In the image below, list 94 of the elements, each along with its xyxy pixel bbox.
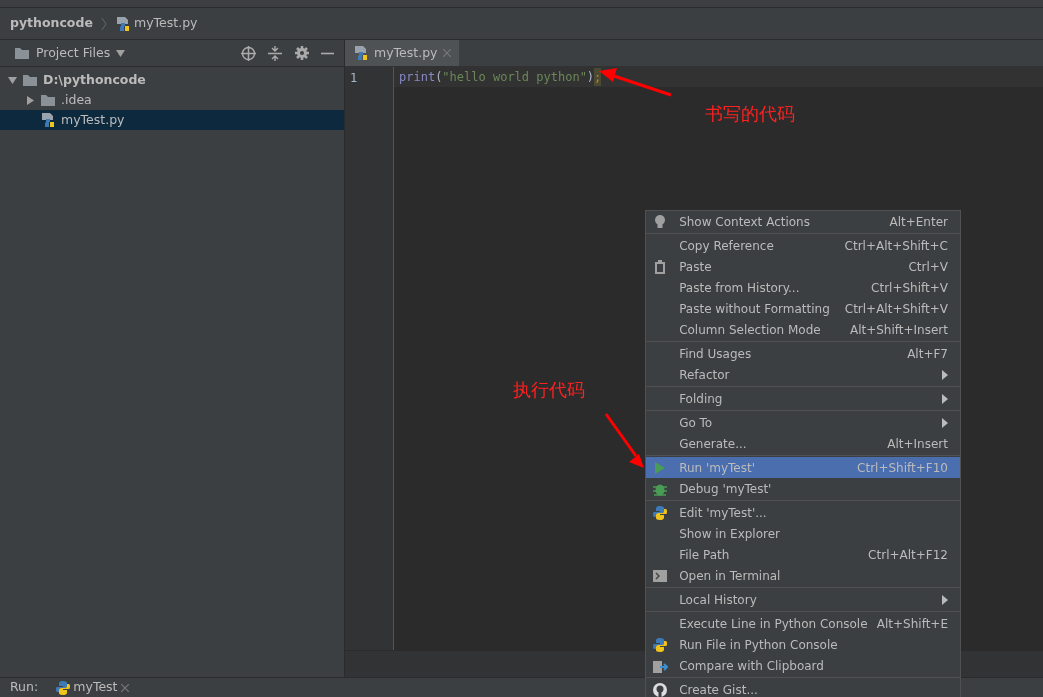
terminal-icon bbox=[653, 569, 667, 582]
line-number: 1 bbox=[350, 70, 359, 87]
breadcrumb-item[interactable]: pythoncode bbox=[10, 14, 93, 33]
folder-icon bbox=[14, 46, 30, 60]
menu-item-label: Open in Terminal bbox=[678, 567, 782, 585]
menu-item[interactable]: Run File in Python Console bbox=[646, 634, 960, 655]
menu-item-label: Paste without Formatting bbox=[678, 300, 831, 318]
menu-shortcut: Ctrl+Alt+F12 bbox=[868, 546, 948, 564]
python-icon bbox=[653, 505, 667, 520]
menu-item[interactable]: Generate... Alt+Insert bbox=[646, 433, 960, 454]
menu-item[interactable]: Execute Line in Python Console Alt+Shift+E bbox=[646, 613, 960, 634]
submenu-arrow-icon bbox=[942, 369, 948, 380]
menu-item-label: Column Selection Mode bbox=[678, 321, 822, 339]
menu-item[interactable]: Column Selection Mode Alt+Shift+Insert bbox=[646, 319, 960, 340]
menu-shortcut: Ctrl+Shift+F10 bbox=[857, 459, 948, 477]
tree-row[interactable]: myTest.py bbox=[0, 110, 344, 131]
menu-item-label: Copy Reference bbox=[678, 237, 775, 255]
menu-item[interactable]: Paste from History... Ctrl+Shift+V bbox=[646, 277, 960, 298]
menu-item[interactable]: Find Usages Alt+F7 bbox=[646, 343, 960, 364]
python-file-icon bbox=[114, 15, 131, 32]
annotation-arrow bbox=[604, 412, 646, 470]
menu-item-label: Run 'myTest' bbox=[678, 459, 756, 477]
menu-shortcut: Ctrl+Alt+Shift+V bbox=[844, 300, 948, 318]
menu-item-label: Show Context Actions bbox=[678, 213, 811, 231]
tree-row[interactable]: D:\pythoncode bbox=[0, 70, 344, 91]
breadcrumb-item[interactable]: myTest.py bbox=[134, 14, 198, 33]
menu-item-label: Refactor bbox=[678, 366, 731, 384]
menu-item-label: Find Usages bbox=[678, 345, 753, 363]
menu-shortcut: Alt+F7 bbox=[907, 345, 948, 363]
run-label: Run: bbox=[10, 678, 39, 697]
folder-icon bbox=[22, 73, 38, 88]
menu-item-label: File Path bbox=[678, 546, 731, 564]
menu-item[interactable]: Create Gist... bbox=[646, 679, 960, 697]
expand-arrow-icon[interactable] bbox=[26, 95, 35, 105]
close-icon[interactable] bbox=[120, 683, 129, 692]
tree-label: .idea bbox=[61, 90, 92, 109]
panel-title[interactable]: Project Files bbox=[36, 43, 111, 63]
play-icon bbox=[654, 460, 666, 475]
menu-shortcut: Ctrl+Alt+Shift+C bbox=[844, 237, 948, 255]
menu-item[interactable]: Copy Reference Ctrl+Alt+Shift+C bbox=[646, 235, 960, 256]
menu-item[interactable]: Go To bbox=[646, 412, 960, 433]
clipboard-icon bbox=[654, 259, 666, 274]
tree-label: D:\pythoncode bbox=[43, 70, 146, 89]
lightbulb-icon bbox=[654, 213, 666, 230]
menu-item-label: Paste bbox=[678, 258, 713, 276]
menu-item-label: Run File in Python Console bbox=[678, 636, 839, 654]
menu-shortcut: Ctrl+Shift+V bbox=[871, 279, 948, 297]
menu-item-label: Go To bbox=[678, 414, 714, 432]
collapse-arrow-icon[interactable] bbox=[8, 75, 17, 85]
menu-shortcut: Alt+Enter bbox=[889, 213, 948, 231]
python-file-icon bbox=[40, 112, 56, 129]
menu-shortcut: Ctrl+V bbox=[908, 258, 948, 276]
submenu-arrow-icon bbox=[942, 417, 948, 428]
collapse-icon[interactable] bbox=[268, 45, 282, 61]
editor-tab[interactable]: myTest.py bbox=[345, 40, 459, 66]
python-icon bbox=[653, 637, 667, 652]
menu-item[interactable]: Paste without Formatting Ctrl+Alt+Shift+V bbox=[646, 298, 960, 319]
menu-item-label: Paste from History... bbox=[678, 279, 801, 297]
menu-item[interactable]: File Path Ctrl+Alt+F12 bbox=[646, 544, 960, 565]
tree-row[interactable]: .idea bbox=[0, 90, 344, 111]
menu-item-label: Show in Explorer bbox=[678, 525, 782, 543]
menu-item[interactable]: Refactor bbox=[646, 364, 960, 385]
annotation-text: 执行代码 bbox=[513, 378, 585, 402]
menu-item[interactable]: Paste Ctrl+V bbox=[646, 256, 960, 277]
menu-item-label: Folding bbox=[678, 390, 724, 408]
menu-item[interactable]: Debug 'myTest' bbox=[646, 478, 960, 499]
menu-item-label: Generate... bbox=[678, 435, 748, 453]
menu-shortcut: Alt+Shift+E bbox=[876, 615, 948, 633]
menu-shortcut: Alt+Shift+Insert bbox=[849, 321, 948, 339]
menu-item[interactable]: Edit 'myTest'... bbox=[646, 502, 960, 523]
chevron-icon bbox=[100, 16, 107, 31]
crosshair-icon[interactable] bbox=[240, 45, 256, 61]
menu-item[interactable]: Local History bbox=[646, 589, 960, 610]
settings-icon[interactable] bbox=[294, 46, 309, 60]
menu-item-label: Execute Line in Python Console bbox=[678, 615, 869, 633]
run-tab[interactable]: myTest bbox=[56, 678, 129, 697]
python-file-icon bbox=[353, 45, 369, 61]
menu-item-label: Edit 'myTest'... bbox=[678, 504, 768, 522]
submenu-arrow-icon bbox=[942, 393, 948, 404]
menu-item[interactable]: Folding bbox=[646, 388, 960, 409]
menu-item-label: Debug 'myTest' bbox=[678, 480, 773, 498]
python-icon bbox=[56, 680, 71, 695]
dropdown-caret-icon[interactable] bbox=[116, 48, 126, 58]
menu-item-label: Create Gist... bbox=[678, 681, 759, 697]
menu-shortcut: Alt+Insert bbox=[887, 435, 948, 453]
annotation-text: 书写的代码 bbox=[705, 102, 795, 126]
menu-item-label: Local History bbox=[678, 591, 758, 609]
menu-item-label: Compare with Clipboard bbox=[678, 657, 825, 675]
menu-item[interactable]: Open in Terminal bbox=[646, 565, 960, 586]
tree-label: myTest.py bbox=[61, 110, 125, 129]
menu-item[interactable]: Show Context Actions Alt+Enter bbox=[646, 211, 960, 232]
menu-item[interactable]: Show in Explorer bbox=[646, 523, 960, 544]
folder-icon bbox=[40, 93, 56, 108]
submenu-arrow-icon bbox=[942, 594, 948, 605]
